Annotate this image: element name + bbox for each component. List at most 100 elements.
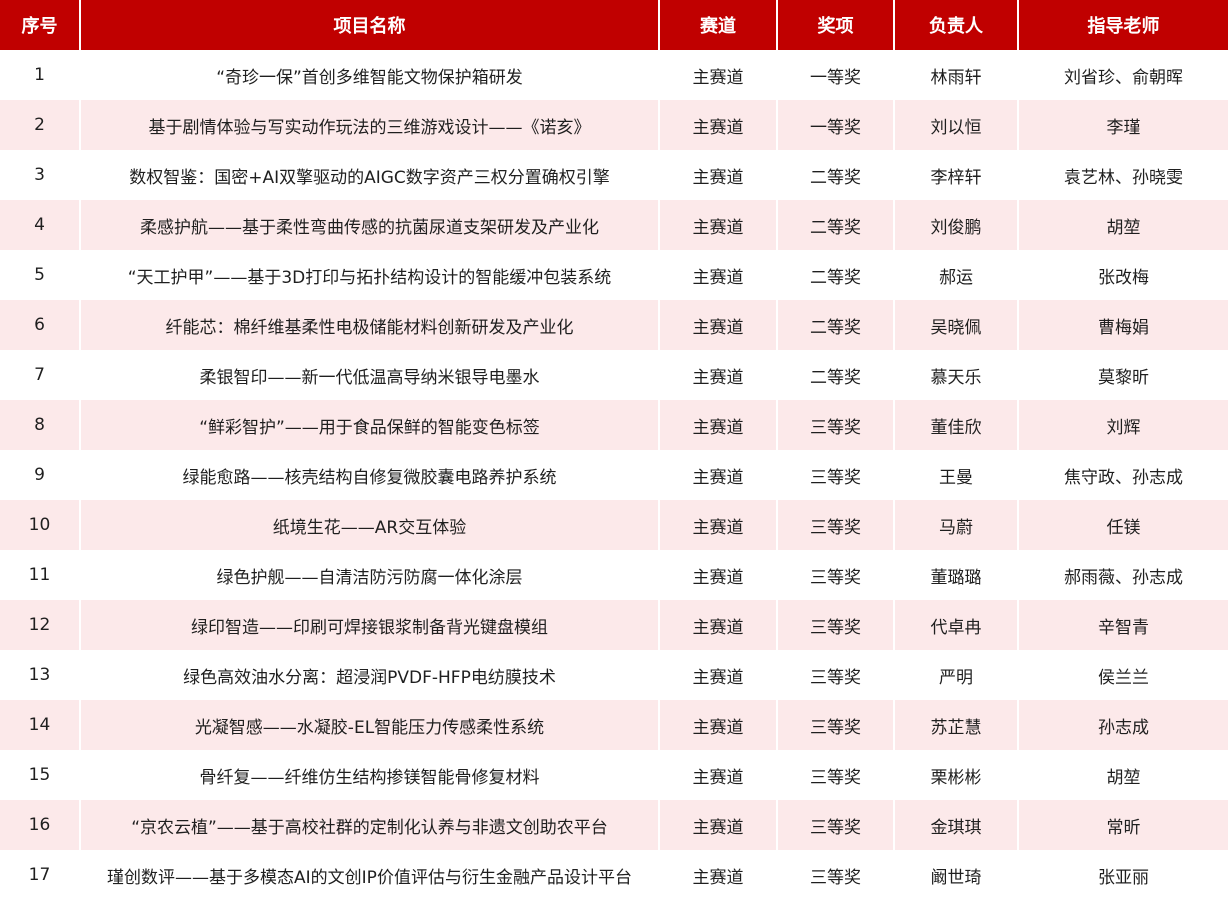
cell-project-name: 绿色护舰——自清洁防污防腐一体化涂层 (80, 550, 660, 600)
cell-project-name: 骨纤复——纤维仿生结构掺镁智能骨修复材料 (80, 750, 660, 800)
cell-leader: 董佳欣 (894, 400, 1019, 450)
table-row: 16 “京农云植”——基于高校社群的定制化认养与非遗文创助农平台 主赛道 三等奖 金琪琪… (0, 800, 1228, 850)
cell-advisor: 张改梅 (1018, 250, 1228, 300)
cell-advisor: 胡堃 (1018, 750, 1228, 800)
cell-award: 二等奖 (777, 200, 895, 250)
cell-seq: 2 (0, 100, 81, 150)
table-row: 13 绿色高效油水分离：超浸润PVDF-HFP电纺膜技术 主赛道 三等奖 严明 侯兰兰 (0, 650, 1228, 700)
cell-advisor: 曹梅娟 (1018, 300, 1228, 350)
table-row: 9 绿能愈路——核壳结构自修复微胶囊电路养护系统 主赛道 三等奖 王曼 焦守政、孙志成 (0, 450, 1228, 500)
cell-leader: 阚世琦 (894, 850, 1019, 900)
cell-award: 一等奖 (777, 100, 895, 150)
cell-award: 二等奖 (777, 250, 895, 300)
cell-project-name: 柔银智印——新一代低温高导纳米银导电墨水 (80, 350, 660, 400)
cell-seq: 8 (0, 400, 81, 450)
cell-seq: 13 (0, 650, 81, 700)
cell-leader: 吴晓佩 (894, 300, 1019, 350)
header-seq: 序号 (0, 0, 81, 50)
cell-project-name: 瑾创数评——基于多模态AI的文创IP价值评估与衍生金融产品设计平台 (80, 850, 660, 900)
cell-award: 三等奖 (777, 600, 895, 650)
cell-seq: 16 (0, 800, 81, 850)
table-row: 3 数权智鉴：国密+AI双擎驱动的AIGC数字资产三权分置确权引擎 主赛道 二等奖 李梓… (0, 150, 1228, 200)
cell-leader: 马蔚 (894, 500, 1019, 550)
table-body: 1 “奇珍一保”首创多维智能文物保护箱研发 主赛道 一等奖 林雨轩 刘省珍、俞朝晖 2 基于剧… (0, 50, 1228, 900)
cell-seq: 15 (0, 750, 81, 800)
cell-award: 三等奖 (777, 850, 895, 900)
cell-award: 二等奖 (777, 150, 895, 200)
cell-leader: 李梓轩 (894, 150, 1019, 200)
cell-award: 三等奖 (777, 450, 895, 500)
table-row: 1 “奇珍一保”首创多维智能文物保护箱研发 主赛道 一等奖 林雨轩 刘省珍、俞朝晖 (0, 50, 1228, 100)
cell-leader: 苏芷慧 (894, 700, 1019, 750)
table-header: 序号 项目名称 赛道 奖项 负责人 指导老师 (0, 0, 1228, 50)
cell-project-name: 绿色高效油水分离：超浸润PVDF-HFP电纺膜技术 (80, 650, 660, 700)
cell-seq: 17 (0, 850, 81, 900)
cell-award: 三等奖 (777, 750, 895, 800)
cell-track: 主赛道 (659, 250, 778, 300)
cell-project-name: 纤能芯：棉纤维基柔性电极储能材料创新研发及产业化 (80, 300, 660, 350)
cell-seq: 6 (0, 300, 81, 350)
table-row: 14 光凝智感——水凝胶-EL智能压力传感柔性系统 主赛道 三等奖 苏芷慧 孙志成 (0, 700, 1228, 750)
cell-leader: 栗彬彬 (894, 750, 1019, 800)
cell-advisor: 李瑾 (1018, 100, 1228, 150)
cell-award: 三等奖 (777, 700, 895, 750)
cell-award: 三等奖 (777, 550, 895, 600)
cell-track: 主赛道 (659, 450, 778, 500)
cell-track: 主赛道 (659, 200, 778, 250)
cell-award: 二等奖 (777, 350, 895, 400)
cell-advisor: 任镁 (1018, 500, 1228, 550)
cell-leader: 董璐璐 (894, 550, 1019, 600)
header-row: 序号 项目名称 赛道 奖项 负责人 指导老师 (0, 0, 1228, 50)
cell-project-name: 柔感护航——基于柔性弯曲传感的抗菌尿道支架研发及产业化 (80, 200, 660, 250)
cell-leader: 金琪琪 (894, 800, 1019, 850)
cell-advisor: 焦守政、孙志成 (1018, 450, 1228, 500)
cell-seq: 9 (0, 450, 81, 500)
table-row: 15 骨纤复——纤维仿生结构掺镁智能骨修复材料 主赛道 三等奖 栗彬彬 胡堃 (0, 750, 1228, 800)
cell-leader: 慕天乐 (894, 350, 1019, 400)
cell-award: 二等奖 (777, 300, 895, 350)
table-row: 5 “天工护甲”——基于3D打印与拓扑结构设计的智能缓冲包装系统 主赛道 二等奖 郝运张… (0, 250, 1228, 300)
awards-table: 序号 项目名称 赛道 奖项 负责人 指导老师 1 “奇珍一保”首创多维智能文物保护… (0, 0, 1228, 900)
cell-project-name: “京农云植”——基于高校社群的定制化认养与非遗文创助农平台 (80, 800, 660, 850)
cell-award: 三等奖 (777, 500, 895, 550)
header-award: 奖项 (777, 0, 895, 50)
cell-advisor: 刘辉 (1018, 400, 1228, 450)
cell-project-name: 纸境生花——AR交互体验 (80, 500, 660, 550)
cell-seq: 5 (0, 250, 81, 300)
cell-track: 主赛道 (659, 150, 778, 200)
cell-project-name: “鲜彩智护”——用于食品保鲜的智能变色标签 (80, 400, 660, 450)
cell-track: 主赛道 (659, 100, 778, 150)
cell-advisor: 辛智青 (1018, 600, 1228, 650)
header-advisor: 指导老师 (1018, 0, 1228, 50)
cell-seq: 4 (0, 200, 81, 250)
cell-seq: 14 (0, 700, 81, 750)
cell-track: 主赛道 (659, 400, 778, 450)
table-row: 8 “鲜彩智护”——用于食品保鲜的智能变色标签 主赛道 三等奖 董佳欣 刘辉 (0, 400, 1228, 450)
cell-track: 主赛道 (659, 500, 778, 550)
header-project-name: 项目名称 (80, 0, 660, 50)
table-row: 17 瑾创数评——基于多模态AI的文创IP价值评估与衍生金融产品设计平台 主赛道 三等… (0, 850, 1228, 900)
cell-advisor: 胡堃 (1018, 200, 1228, 250)
table-row: 12 绿印智造——印刷可焊接银浆制备背光键盘模组 主赛道 三等奖 代卓冉 辛智青 (0, 600, 1228, 650)
cell-award: 三等奖 (777, 400, 895, 450)
cell-leader: 林雨轩 (894, 50, 1019, 100)
cell-project-name: 光凝智感——水凝胶-EL智能压力传感柔性系统 (80, 700, 660, 750)
table-row: 2 基于剧情体验与写实动作玩法的三维游戏设计——《诺亥》 主赛道 一等奖 刘以恒 李瑾 (0, 100, 1228, 150)
cell-leader: 严明 (894, 650, 1019, 700)
cell-advisor: 郝雨薇、孙志成 (1018, 550, 1228, 600)
cell-track: 主赛道 (659, 600, 778, 650)
cell-advisor: 莫黎昕 (1018, 350, 1228, 400)
cell-track: 主赛道 (659, 300, 778, 350)
cell-leader: 郝运 (894, 250, 1019, 300)
cell-track: 主赛道 (659, 800, 778, 850)
cell-seq: 10 (0, 500, 81, 550)
cell-award: 三等奖 (777, 800, 895, 850)
cell-advisor: 常昕 (1018, 800, 1228, 850)
cell-award: 一等奖 (777, 50, 895, 100)
cell-seq: 1 (0, 50, 81, 100)
cell-leader: 刘以恒 (894, 100, 1019, 150)
table-row: 11 绿色护舰——自清洁防污防腐一体化涂层 主赛道 三等奖 董璐璐 郝雨薇、孙志成 (0, 550, 1228, 600)
header-leader: 负责人 (894, 0, 1019, 50)
cell-seq: 7 (0, 350, 81, 400)
cell-leader: 刘俊鹏 (894, 200, 1019, 250)
